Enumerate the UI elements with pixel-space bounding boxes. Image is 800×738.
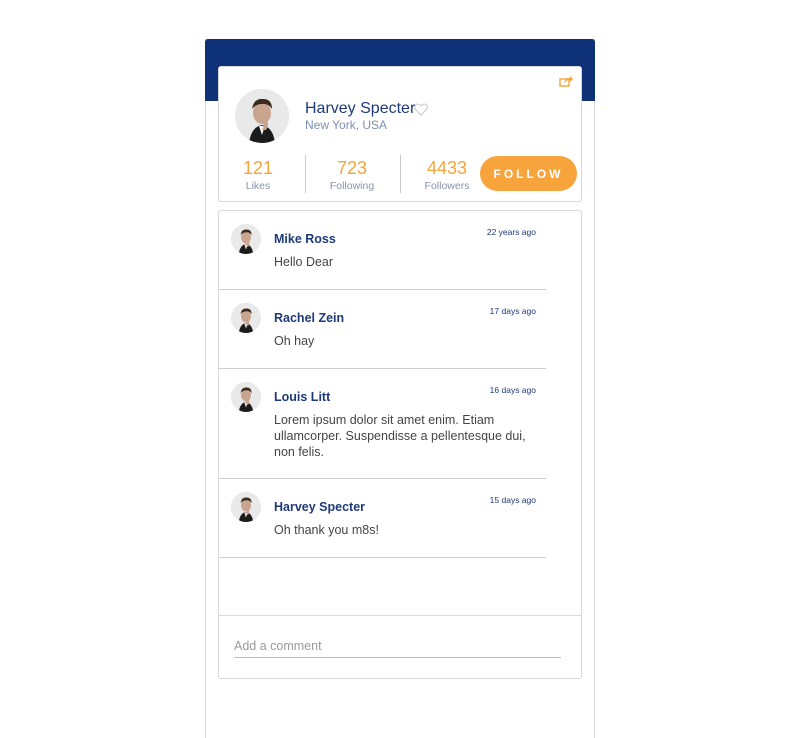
heart-icon[interactable]: [414, 103, 428, 116]
commenter-avatar[interactable]: [231, 382, 261, 412]
comment-timestamp: 22 years ago: [486, 227, 536, 237]
comment-author[interactable]: Mike Ross: [274, 232, 336, 246]
comment-author[interactable]: Louis Litt: [274, 390, 330, 404]
stat-likes-value: 121: [242, 158, 274, 178]
comment-divider: [219, 615, 581, 616]
commenter-avatar[interactable]: [231, 303, 261, 333]
stat-divider: [400, 155, 401, 193]
comments-card: Mike Ross 22 years ago Hello Dear Rachel…: [218, 210, 582, 679]
share-icon[interactable]: [559, 75, 573, 87]
stat-followers-value: 4433: [426, 158, 468, 178]
comment-timestamp: 15 days ago: [489, 495, 536, 505]
comment-text: Oh hay: [274, 334, 315, 348]
comment-timestamp: 17 days ago: [489, 306, 536, 316]
comment-text: Oh thank you m8s!: [274, 523, 379, 537]
stat-following-value: 723: [336, 158, 368, 178]
comment-item: Louis Litt 16 days ago Lorem ipsum dolor…: [219, 369, 546, 479]
stat-followers[interactable]: 4433 Followers: [407, 158, 487, 192]
stat-likes[interactable]: 121 Likes: [218, 158, 298, 192]
profile-card: Harvey Specter New York, USA 121 Likes 7…: [218, 66, 582, 202]
comment-item: Harvey Specter 15 days ago Oh thank you …: [219, 479, 546, 558]
avatar-portrait-icon: [235, 89, 289, 143]
commenter-avatar[interactable]: [231, 492, 261, 522]
comment-input[interactable]: [234, 635, 561, 658]
commenter-avatar[interactable]: [231, 224, 261, 254]
avatar-portrait-icon: [231, 303, 261, 333]
avatar-portrait-icon: [231, 492, 261, 522]
stat-following-label: Following: [329, 180, 375, 192]
stat-following[interactable]: 723 Following: [312, 158, 392, 192]
comment-author[interactable]: Rachel Zein: [274, 311, 344, 325]
profile-widget: Harvey Specter New York, USA 121 Likes 7…: [205, 39, 595, 738]
stat-followers-label: Followers: [424, 180, 470, 192]
comment-text: Lorem ipsum dolor sit amet enim. Etiam u…: [274, 413, 526, 459]
profile-name: Harvey Specter: [305, 100, 416, 117]
comment-item: Mike Ross 22 years ago Hello Dear: [219, 211, 546, 290]
follow-button[interactable]: FOLLOW: [480, 156, 577, 191]
comment-author[interactable]: Harvey Specter: [274, 500, 365, 514]
avatar-portrait-icon: [231, 224, 261, 254]
stat-divider: [305, 155, 306, 193]
profile-location: New York, USA: [305, 118, 388, 132]
comment-text: Hello Dear: [274, 255, 334, 269]
comment-item: Rachel Zein 17 days ago Oh hay: [219, 290, 546, 369]
avatar[interactable]: [235, 89, 289, 143]
stat-likes-label: Likes: [245, 180, 271, 192]
comment-timestamp: 16 days ago: [489, 385, 536, 395]
avatar-portrait-icon: [231, 382, 261, 412]
